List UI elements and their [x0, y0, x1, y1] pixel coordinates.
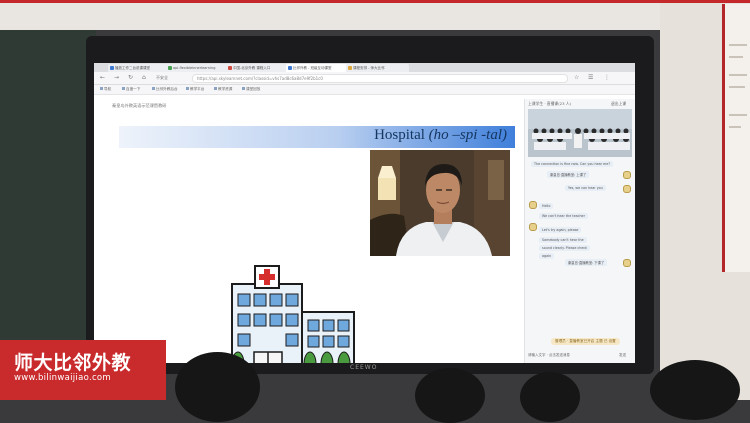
- exit-class-button[interactable]: 退出上课: [611, 101, 626, 107]
- bookmark-item[interactable]: 教学平台: [186, 87, 204, 92]
- avatar-icon: [623, 171, 631, 179]
- monitor-brand: CEEWO: [350, 364, 378, 371]
- lesson-slide: Hospital (ho –spi -tal): [119, 126, 515, 363]
- bookmark-icon: [152, 87, 155, 90]
- brand-watermark: 师大比邻外教 www.bilinwaijiao.com: [0, 340, 166, 400]
- tab-label: 比邻外教 - 班级互动课堂: [293, 66, 332, 70]
- bookmark-icon: [186, 87, 189, 90]
- classroom-camera-feed: [528, 109, 632, 157]
- teacher-video-image: [370, 150, 510, 256]
- chat-message: Let's try again, please: [539, 227, 582, 233]
- browser-tab[interactable]: api.flexibleinnerlearning: [166, 64, 231, 72]
- tab-favicon-icon: [168, 66, 172, 70]
- tab-favicon-icon: [288, 66, 292, 70]
- bookmark-item[interactable]: 导航: [100, 87, 111, 92]
- slide-title-word: Hospital: [374, 127, 425, 143]
- bookmark-icon: [100, 87, 103, 90]
- slide-title-phonetic: (ho –spi -tal): [428, 127, 507, 143]
- back-arrow-icon[interactable]: ←: [100, 74, 105, 81]
- bookmark-icon: [214, 87, 217, 90]
- browser-address-bar: ← → ↻ ⌂ 不安全 https://api.skylearnnet.com/…: [94, 72, 635, 85]
- menu-icon[interactable]: ⋮: [604, 74, 610, 81]
- bookmarks-bar: 导航 百度一下 比邻外教后台 教学平台 教学资源 课堂回放: [94, 85, 635, 95]
- chat-message: again: [539, 253, 555, 259]
- teacher-webcam-feed: [370, 150, 510, 256]
- tab-favicon-icon: [228, 66, 232, 70]
- bookmark-item[interactable]: 课堂回放: [242, 87, 260, 92]
- browser-tab-active[interactable]: 比邻外教 - 班级互动课堂: [286, 64, 351, 72]
- panel-header-left: 上课学生 · 直播课(23 人): [528, 101, 571, 106]
- bookmark-icon: [242, 87, 245, 90]
- browser-tab[interactable]: 中国-北京外教 课程入口: [226, 64, 291, 72]
- tab-label: 课程安排 - 师大比邻: [353, 66, 385, 70]
- star-icon[interactable]: ☆: [574, 74, 579, 81]
- brand-url: www.bilinwaijiao.com: [14, 373, 112, 383]
- chat-message: Yes, we can hear you: [565, 185, 606, 191]
- system-notice: 管理员 · 直播教室已开启 主题 已 设置: [551, 338, 620, 345]
- url-field[interactable]: https://api.skylearnnet.com/?classid=vhs…: [192, 74, 568, 83]
- audience-head: [650, 360, 740, 420]
- chat-message: Somebody can't hear the: [539, 237, 587, 243]
- chat-message: 秦皇岛·直播教室: 下课了: [565, 259, 608, 266]
- secure-label: 不安全: [156, 75, 168, 80]
- audience-head: [520, 372, 580, 422]
- brand-name: 师大比邻外教: [14, 352, 132, 374]
- browser-tab[interactable]: 课程安排 - 师大比邻: [346, 64, 409, 72]
- home-icon[interactable]: ⌂: [142, 74, 146, 81]
- hospital-illustration: [231, 265, 355, 363]
- browser-tab-bar: 播放工作二台说课课堂 api.flexibleinnerlearning 中国-…: [94, 63, 635, 72]
- avatar-icon: [529, 223, 537, 231]
- bookmark-item[interactable]: 百度一下: [122, 87, 140, 92]
- chat-message: Hello: [539, 203, 554, 209]
- audience-head: [175, 352, 260, 422]
- tab-favicon-icon: [348, 66, 352, 70]
- avatar-icon: [623, 185, 631, 193]
- top-red-stripe: [0, 0, 750, 3]
- browser-tab[interactable]: 播放工作二台说课课堂: [108, 64, 171, 72]
- tab-label: api.flexibleinnerlearning: [173, 66, 216, 70]
- classroom-video-image: [528, 109, 632, 157]
- page-breadcrumb: 秦皇岛外教英语示范课暨教研: [112, 103, 167, 108]
- reload-icon[interactable]: ↻: [128, 74, 133, 81]
- chat-message: sound clearly. Please check: [539, 245, 591, 251]
- monitor-screen: 播放工作二台说课课堂 api.flexibleinnerlearning 中国-…: [94, 63, 635, 363]
- chalkboard: [0, 30, 96, 370]
- send-button[interactable]: 发送: [619, 353, 626, 358]
- class-side-panel: 上课学生 · 直播课(23 人) 退出上课 The connection is …: [524, 99, 635, 363]
- audience-head: [415, 368, 485, 423]
- tab-favicon-icon: [110, 66, 114, 70]
- chat-message: 秦皇岛·直播教室: 上课了: [547, 171, 590, 178]
- avatar-icon: [529, 201, 537, 209]
- extensions-icon[interactable]: ☰: [588, 74, 593, 81]
- bookmark-icon: [122, 87, 125, 90]
- bookmark-item[interactable]: 比邻外教后台: [152, 87, 178, 92]
- chat-message: We can't hear the teacher: [539, 213, 588, 219]
- bookmark-item[interactable]: 教学资源: [214, 87, 232, 92]
- avatar-icon: [623, 259, 631, 267]
- wall-poster: [722, 4, 750, 272]
- forward-arrow-icon[interactable]: →: [114, 74, 119, 81]
- chat-message: The connection is fine now. Can you hear…: [531, 161, 614, 167]
- slide-title: Hospital (ho –spi -tal): [374, 127, 507, 144]
- chat-input[interactable]: 请输入文字 · 点击发送消息: [528, 353, 570, 358]
- tab-label: 播放工作二台说课课堂: [115, 66, 150, 70]
- classroom-wall-top: [0, 0, 750, 30]
- tab-label: 中国-北京外教 课程入口: [233, 66, 271, 70]
